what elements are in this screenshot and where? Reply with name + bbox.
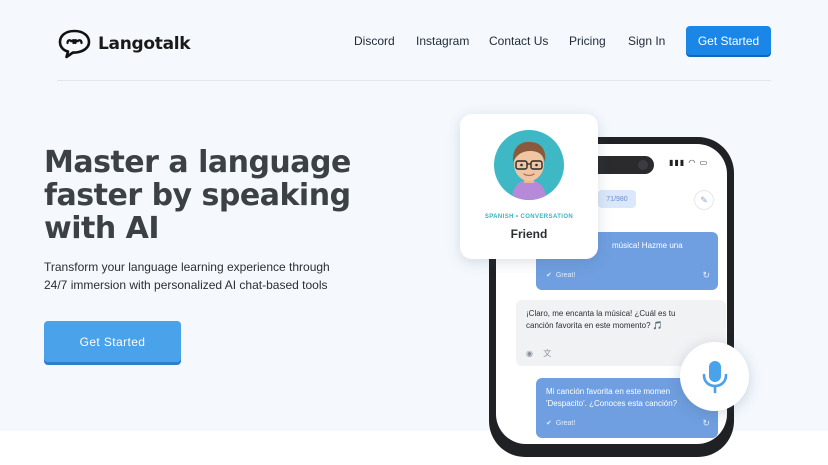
nav-get-started-button[interactable]: Get Started [686, 26, 771, 55]
voice-record-button[interactable] [680, 342, 749, 411]
card-tutor-name: Friend [510, 227, 548, 241]
mute-mic-icon[interactable]: ✎ [694, 190, 714, 210]
message-feedback: ✔ Great! [546, 270, 575, 282]
speaker-icon[interactable]: ◉ [526, 349, 533, 358]
translate-icon[interactable]: 文 [543, 349, 551, 358]
message-counter: 71/980 [598, 190, 636, 208]
card-category-tag: SPANISH • CONVERSATION [484, 214, 574, 220]
retry-icon[interactable]: ↻ [702, 269, 710, 281]
hero-subtext: Transform your language learning experie… [44, 260, 330, 292]
nav-link-pricing[interactable]: Pricing [569, 34, 606, 48]
hero-headline: Master a language faster by speaking wit… [44, 145, 351, 246]
chat-bubble-logo-icon [58, 29, 91, 59]
tutor-profile-card[interactable]: SPANISH • CONVERSATION Friend [460, 114, 598, 259]
tutor-avatar-illustration [512, 141, 546, 200]
retry-icon[interactable]: ↻ [702, 417, 710, 429]
nav-link-instagram[interactable]: Instagram [416, 34, 469, 48]
brand-name: Langotalk [98, 34, 191, 54]
nav-link-contact-us[interactable]: Contact Us [489, 34, 548, 48]
message-text: ¡Claro, me encanta la música! ¿Cuál es t… [526, 309, 676, 330]
header-divider [57, 80, 771, 81]
message-actions: ◉ 文 [526, 348, 551, 360]
check-icon: ✔ [546, 272, 552, 279]
message-feedback: ✔ Great! [546, 418, 575, 430]
microphone-icon [702, 360, 727, 393]
brand-logo[interactable]: Langotalk [57, 28, 191, 60]
hero-get-started-button[interactable]: Get Started [44, 321, 181, 362]
nav-link-sign-in[interactable]: Sign In [628, 34, 665, 48]
tutor-avatar [494, 130, 564, 200]
feedback-label: Great! [555, 420, 576, 427]
nav-link-discord[interactable]: Discord [354, 34, 395, 48]
message-text: Mi canción favorita en este momen 'Despa… [546, 387, 678, 408]
status-bar-icons: ▮▮▮ ◠ ▭ [669, 158, 709, 167]
feedback-label: Great! [555, 272, 576, 279]
top-navigation: Langotalk Discord Instagram Contact Us P… [0, 0, 828, 80]
check-icon: ✔ [546, 420, 552, 427]
